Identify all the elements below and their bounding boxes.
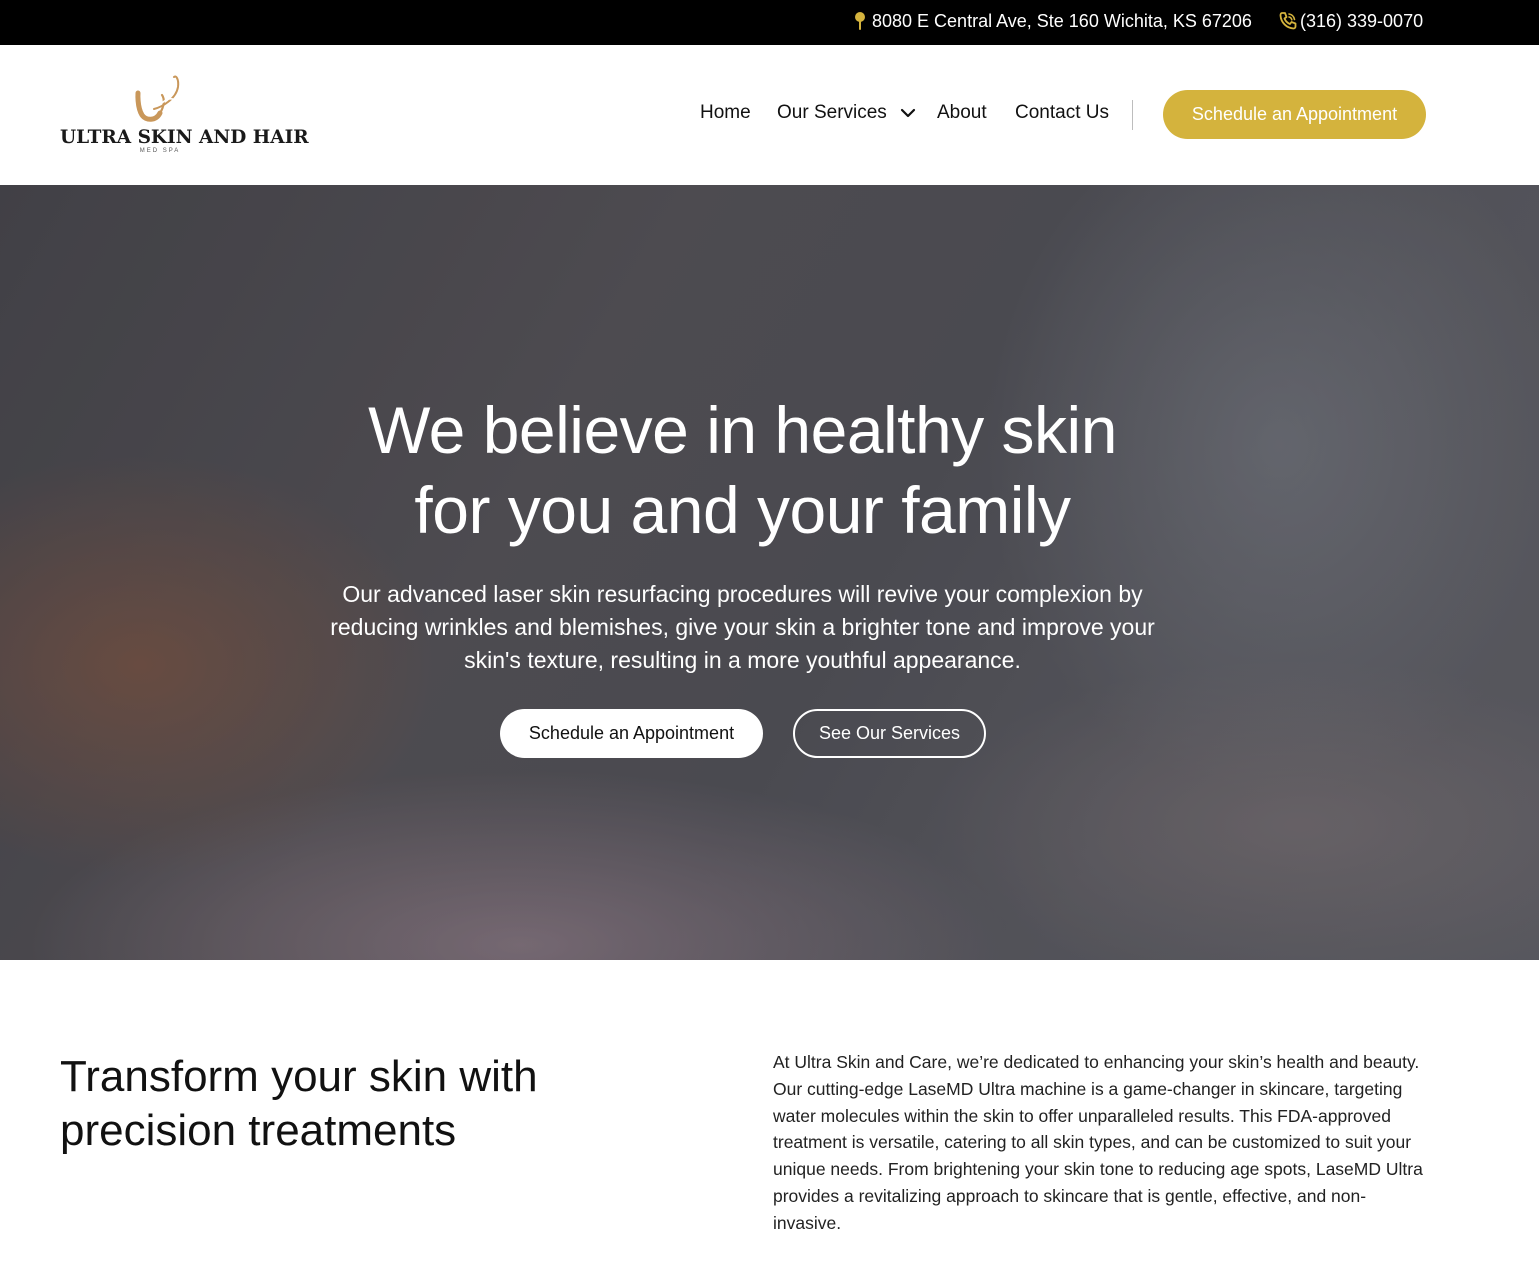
top-bar: 8080 E Central Ave, Ste 160 Wichita, KS … bbox=[0, 0, 1539, 45]
map-pin-icon bbox=[850, 10, 870, 32]
site-header: ULTRA SKIN AND HAIR MED SPA Home Our Ser… bbox=[0, 45, 1539, 185]
nav-about[interactable]: About bbox=[937, 102, 987, 124]
hero-lead: Our advanced laser skin resurfacing proc… bbox=[330, 581, 1155, 673]
hero-schedule-button[interactable]: Schedule an Appointment bbox=[500, 709, 763, 758]
hero-section: We believe in healthy skin for you and y… bbox=[0, 185, 1539, 960]
intro-body: At Ultra Skin and Care, we’re dedicated … bbox=[773, 1052, 1423, 1233]
intro-heading: Transform your skin with precision treat… bbox=[60, 1052, 538, 1155]
phone-text: (316) 339-0070 bbox=[1300, 10, 1424, 31]
see-services-button[interactable]: See Our Services bbox=[793, 709, 986, 758]
nav-divider bbox=[1132, 100, 1133, 130]
chevron-down-icon bbox=[900, 102, 916, 124]
hero-title-line1: We believe in healthy skin bbox=[368, 393, 1117, 467]
hero-background-image bbox=[0, 185, 1539, 960]
phone-icon bbox=[1278, 10, 1298, 32]
nav-contact-us[interactable]: Contact Us bbox=[1015, 102, 1109, 124]
logo-brand: ULTRA SKIN AND HAIR bbox=[60, 127, 309, 148]
nav-our-services[interactable]: Our Services bbox=[777, 102, 916, 124]
logo-subtitle: MED SPA bbox=[139, 148, 181, 154]
nav-our-services-label: Our Services bbox=[777, 102, 887, 124]
site-logo[interactable]: ULTRA SKIN AND HAIR MED SPA bbox=[60, 73, 309, 157]
nav-home[interactable]: Home bbox=[700, 102, 751, 124]
schedule-appointment-button[interactable]: Schedule an Appointment bbox=[1163, 90, 1426, 139]
address-link[interactable]: 8080 E Central Ave, Ste 160 Wichita, KS … bbox=[850, 10, 1252, 32]
hero-title-line2: for you and your family bbox=[414, 473, 1071, 547]
phone-link[interactable]: (316) 339-0070 bbox=[1278, 10, 1423, 32]
address-text: 8080 E Central Ave, Ste 160 Wichita, KS … bbox=[872, 10, 1252, 31]
hero-title: We believe in healthy skin for you and y… bbox=[0, 390, 1485, 550]
logo-monogram bbox=[132, 73, 188, 127]
